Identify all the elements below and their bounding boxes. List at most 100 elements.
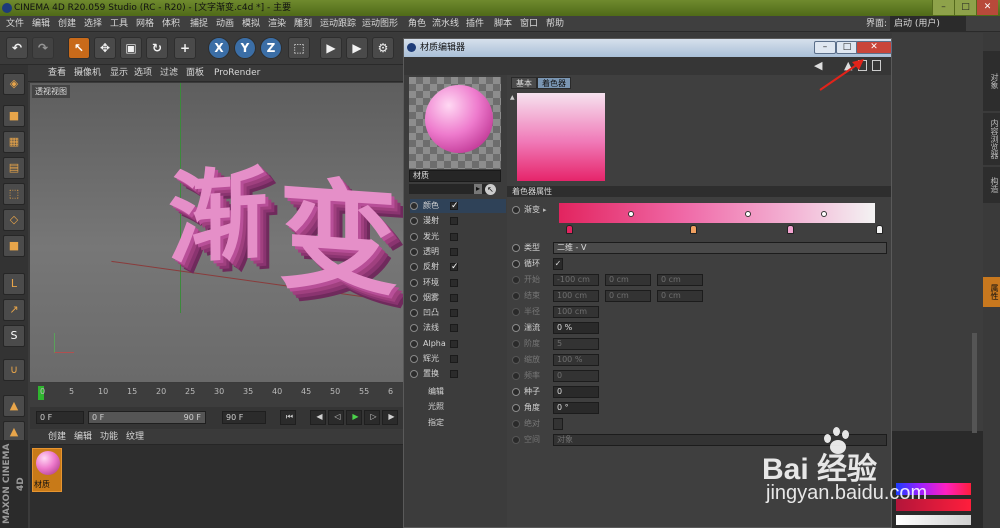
model-mode-icon[interactable]: ■ bbox=[3, 105, 25, 127]
move-icon[interactable]: ✥ bbox=[94, 37, 116, 59]
menu-item[interactable]: 运动图形 bbox=[362, 16, 398, 32]
angle-field[interactable]: 0 ° bbox=[553, 402, 599, 414]
channel-checkbox[interactable] bbox=[450, 247, 458, 256]
add-icon[interactable]: + bbox=[174, 37, 196, 59]
live-select-icon[interactable]: ↖ bbox=[68, 37, 90, 59]
channel-radio-icon[interactable] bbox=[410, 278, 418, 287]
channel-item[interactable]: 凹凸 bbox=[410, 306, 506, 320]
play-icon[interactable]: ▶ bbox=[346, 410, 362, 425]
render-settings-icon[interactable]: ⚙ bbox=[372, 37, 394, 59]
gradient-knot[interactable] bbox=[876, 225, 883, 234]
channel-checkbox[interactable] bbox=[450, 293, 458, 302]
absolute-checkbox[interactable] bbox=[553, 418, 563, 430]
turbulence-anim-icon[interactable] bbox=[512, 324, 520, 332]
channel-checkbox[interactable] bbox=[450, 309, 458, 318]
gradient-bias-handle[interactable] bbox=[745, 211, 751, 217]
current-frame-field[interactable]: 0 F bbox=[36, 411, 84, 424]
channel-item[interactable]: 环境 bbox=[410, 276, 506, 290]
frequency-field[interactable]: 0 bbox=[553, 370, 599, 382]
tab-objects[interactable]: 对象 bbox=[983, 51, 1000, 111]
edges-mode-icon[interactable]: ◇ bbox=[3, 209, 25, 231]
z-axis-icon[interactable]: Z bbox=[260, 37, 282, 59]
menu-item[interactable]: 捕捉 bbox=[190, 16, 208, 32]
menu-item[interactable]: 插件 bbox=[466, 16, 484, 32]
start-z-field[interactable]: 0 cm bbox=[657, 274, 703, 286]
material-preview[interactable] bbox=[409, 77, 501, 169]
type-dropdown[interactable]: 二维 - V bbox=[553, 242, 887, 254]
menu-item[interactable]: 渲染 bbox=[268, 16, 286, 32]
channel-radio-icon[interactable] bbox=[410, 309, 418, 318]
channel-radio-icon[interactable] bbox=[410, 339, 418, 348]
menu-item[interactable]: 脚本 bbox=[494, 16, 512, 32]
gradient-bar[interactable] bbox=[559, 203, 875, 223]
viewport-menu-item[interactable]: 显示 bbox=[110, 65, 128, 81]
end-frame-field[interactable]: 90 F bbox=[222, 411, 266, 424]
layout-dropdown[interactable]: 启动 (用户) bbox=[890, 16, 966, 32]
axis-icon[interactable]: L bbox=[3, 273, 25, 295]
viewport-menu-item[interactable]: ProRender bbox=[214, 65, 260, 81]
next-key-icon[interactable]: ▶ bbox=[382, 410, 398, 425]
make-editable-icon[interactable]: ◈ bbox=[3, 73, 25, 95]
new-window-icon[interactable] bbox=[872, 60, 881, 71]
scale-field[interactable]: 100 % bbox=[553, 354, 599, 366]
swatch-arrow-icon[interactable]: ▲ bbox=[510, 94, 515, 101]
channel-item[interactable]: 法线 bbox=[410, 321, 506, 335]
material-menu-item[interactable]: 编辑 bbox=[74, 430, 92, 445]
editor-minimize-button[interactable]: – bbox=[814, 41, 836, 54]
channel-checkbox[interactable] bbox=[450, 339, 458, 348]
channel-radio-icon[interactable] bbox=[410, 247, 418, 256]
viewport-menu-item[interactable]: 选项 bbox=[134, 65, 152, 81]
menu-item[interactable]: 动画 bbox=[216, 16, 234, 32]
channel-radio-icon[interactable] bbox=[410, 293, 418, 302]
channel-radio-icon[interactable] bbox=[410, 232, 418, 241]
editor-maximize-button[interactable]: □ bbox=[836, 41, 858, 54]
material-menu-item[interactable]: 创建 bbox=[48, 430, 66, 445]
magnet-icon[interactable]: ∪ bbox=[3, 359, 25, 381]
lock-icon[interactable]: ▲ bbox=[3, 395, 25, 417]
undo-icon[interactable]: ↶ bbox=[6, 37, 28, 59]
material-menu-item[interactable]: 纹理 bbox=[126, 430, 144, 445]
gradient-knot[interactable] bbox=[690, 225, 697, 234]
menu-item[interactable]: 模拟 bbox=[242, 16, 260, 32]
channel-radio-icon[interactable] bbox=[410, 324, 418, 333]
material-editor-titlebar[interactable]: 材质编辑器 – □ ✕ bbox=[404, 39, 892, 57]
viewport-menu-item[interactable]: 面板 bbox=[186, 65, 204, 81]
close-button[interactable]: ✕ bbox=[976, 0, 998, 15]
pick-icon[interactable]: ↖ bbox=[485, 184, 496, 195]
redo-icon[interactable]: ↷ bbox=[32, 37, 54, 59]
step-forward-icon[interactable]: ▷ bbox=[364, 410, 380, 425]
tab-basic[interactable]: 基本 bbox=[511, 77, 537, 89]
menu-item[interactable]: 窗口 bbox=[520, 16, 538, 32]
material-extra-item[interactable]: 指定 bbox=[410, 416, 506, 430]
channel-item[interactable]: 发光 bbox=[410, 230, 506, 244]
channel-item[interactable]: 反射 ✓ bbox=[410, 260, 506, 274]
menu-item[interactable]: 工具 bbox=[110, 16, 128, 32]
expand-arrow-icon[interactable]: ▸ bbox=[474, 184, 482, 194]
step-back-icon[interactable]: ◁ bbox=[328, 410, 344, 425]
texture-mode-icon[interactable]: ▦ bbox=[3, 131, 25, 153]
menu-item[interactable]: 帮助 bbox=[546, 16, 564, 32]
menu-item[interactable]: 选择 bbox=[84, 16, 102, 32]
channel-checkbox[interactable]: ✓ bbox=[450, 202, 459, 211]
rotate-icon[interactable]: ↻ bbox=[146, 37, 168, 59]
menu-item[interactable]: 雕刻 bbox=[294, 16, 312, 32]
menu-item[interactable]: 文件 bbox=[6, 16, 24, 32]
end-x-field[interactable]: 100 cm bbox=[553, 290, 599, 302]
radius-field[interactable]: 100 cm bbox=[553, 306, 599, 318]
prev-key-icon[interactable]: ◀ bbox=[310, 410, 326, 425]
menu-item[interactable]: 编辑 bbox=[32, 16, 50, 32]
material-extra-item[interactable]: 光照 bbox=[410, 400, 506, 414]
type-anim-icon[interactable] bbox=[512, 244, 520, 252]
points-mode-icon[interactable]: ⬚ bbox=[3, 183, 25, 205]
render-view-icon[interactable]: ▶ bbox=[320, 37, 342, 59]
material-menu-item[interactable]: 功能 bbox=[100, 430, 118, 445]
editor-close-button[interactable]: ✕ bbox=[856, 41, 892, 54]
menu-item[interactable]: 创建 bbox=[58, 16, 76, 32]
end-y-field[interactable]: 0 cm bbox=[605, 290, 651, 302]
tab-content-browser[interactable]: 内容浏览器 bbox=[983, 113, 1000, 165]
material-thumbnail[interactable]: 材质 bbox=[32, 448, 62, 492]
viewport-menu-item[interactable]: 摄像机 bbox=[74, 65, 101, 81]
channel-item[interactable]: 透明 bbox=[410, 245, 506, 259]
channel-item[interactable]: 烟雾 bbox=[410, 291, 506, 305]
channel-checkbox[interactable] bbox=[450, 278, 458, 287]
